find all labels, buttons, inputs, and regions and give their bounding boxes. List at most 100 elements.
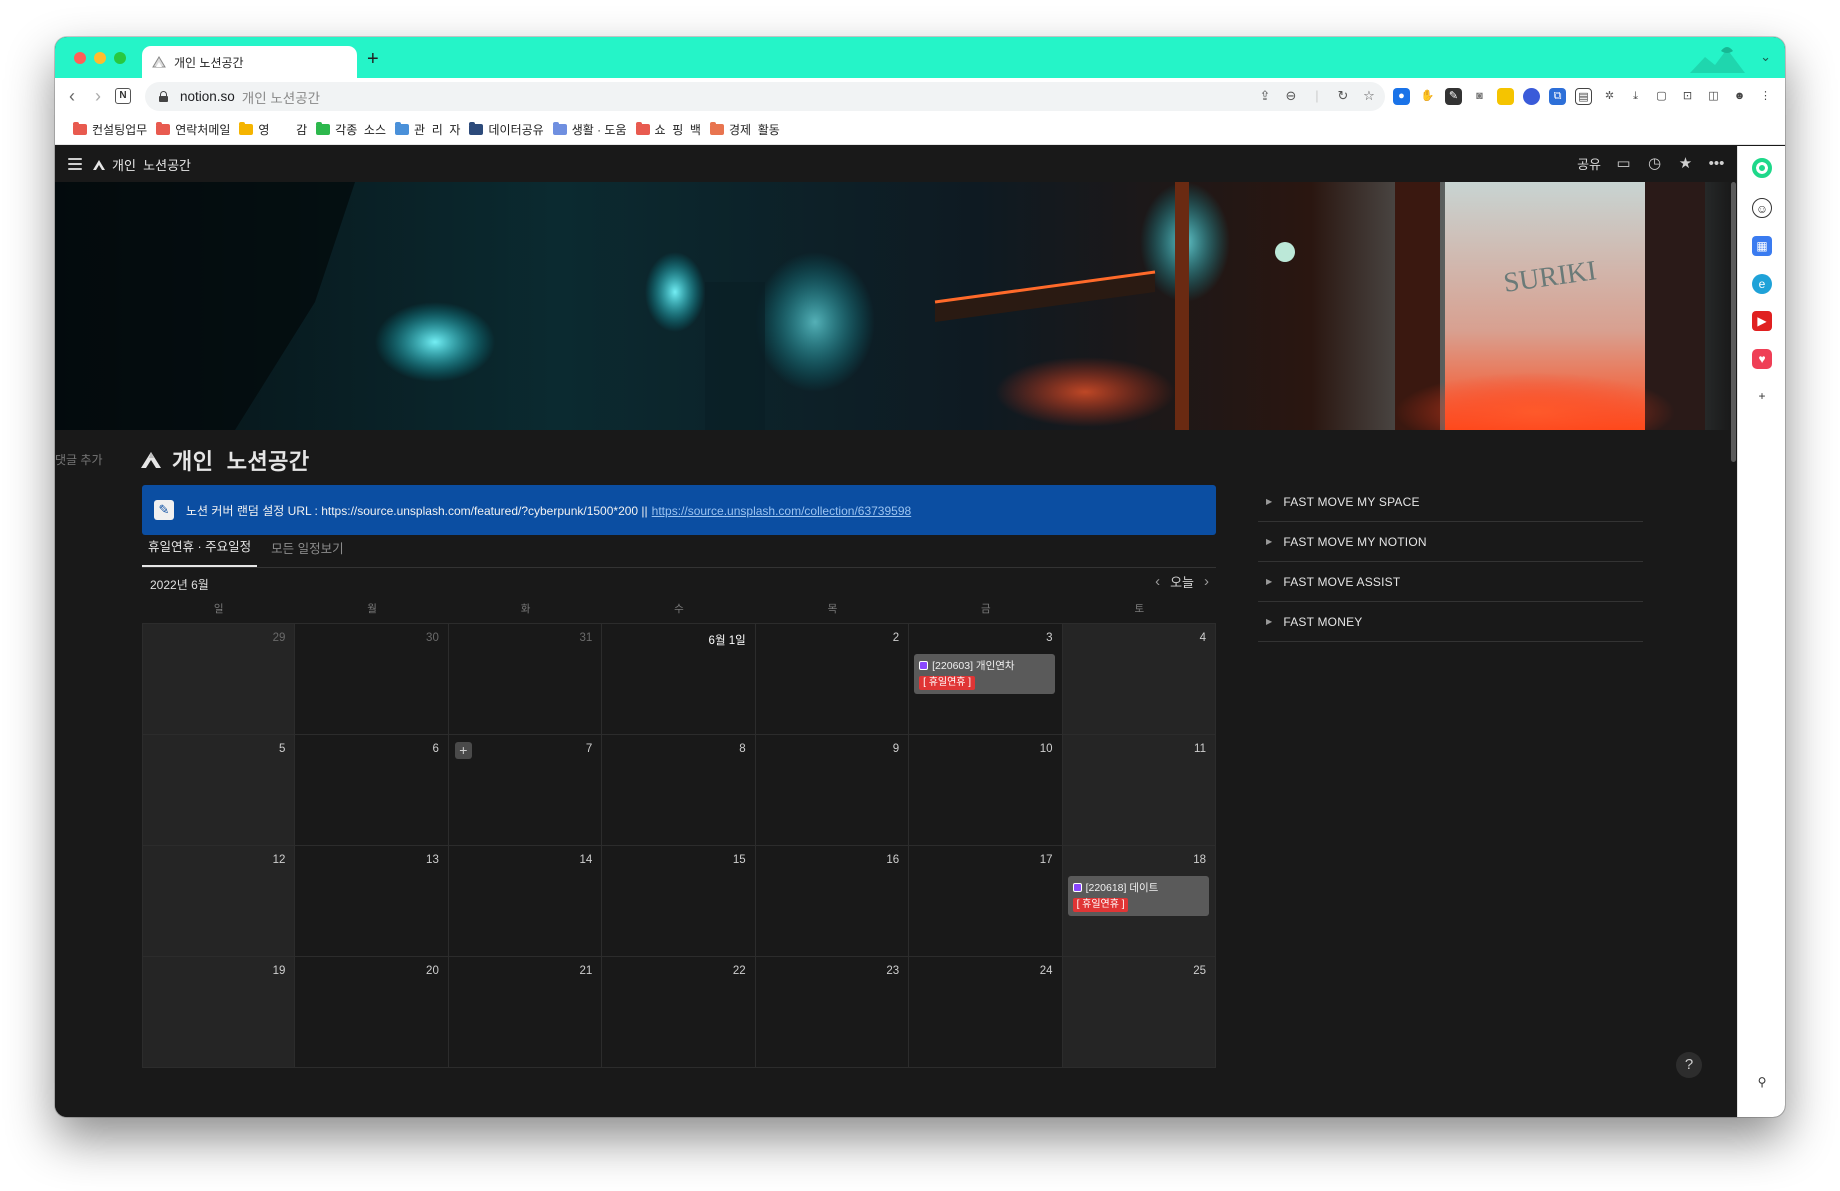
calendar-day[interactable]: 21: [448, 957, 603, 1068]
calendar-day[interactable]: 30: [295, 624, 449, 735]
close-window-button[interactable]: [74, 52, 86, 64]
calendar-day[interactable]: 15: [602, 846, 756, 957]
calendar-day[interactable]: 29: [142, 624, 296, 735]
reload-icon[interactable]: ↻: [1335, 88, 1351, 104]
calendar-day[interactable]: 23: [755, 957, 910, 1068]
bookmark-folder[interactable]: 각종 소스: [316, 121, 386, 138]
toggle-triangle-icon[interactable]: ▶: [1266, 537, 1272, 546]
calendar-day[interactable]: 10: [909, 735, 1063, 846]
address-bar[interactable]: notion.so 개인 노션공간 ⇪ ⊖ | ↻ ☆: [145, 82, 1385, 111]
lock-icon[interactable]: [159, 91, 168, 102]
chevron-right-icon[interactable]: ›: [1204, 573, 1209, 590]
chevron-left-icon[interactable]: ‹: [1155, 573, 1160, 590]
calendar-day[interactable]: 6월 1일: [602, 624, 756, 735]
calendar-day[interactable]: 12: [142, 846, 296, 957]
sidebar-menu-icon[interactable]: [68, 158, 82, 170]
calendar-day[interactable]: 31: [448, 624, 603, 735]
calendar-day[interactable]: 19: [142, 957, 296, 1068]
hand-icon[interactable]: ✋: [1419, 88, 1436, 105]
pocket-icon[interactable]: ♥: [1752, 349, 1772, 369]
pin-icon[interactable]: ⚲: [1752, 1072, 1772, 1092]
zoom-out-icon[interactable]: ⊖: [1283, 88, 1299, 104]
bookmark-folder[interactable]: 연락처메일: [156, 121, 230, 138]
profile-avatar-icon[interactable]: ☻: [1731, 88, 1748, 105]
forward-button[interactable]: ›: [87, 85, 109, 107]
calendar-day[interactable]: 22: [602, 957, 756, 1068]
tab-list-chevron-icon[interactable]: ⌄: [1760, 49, 1771, 65]
history-clock-icon[interactable]: ◷: [1646, 155, 1663, 172]
bookmark-star-icon[interactable]: ☆: [1361, 88, 1377, 104]
calendar-day[interactable]: 2: [755, 624, 910, 735]
messenger-icon[interactable]: ☺: [1752, 198, 1772, 218]
sidebar-toggle-icon[interactable]: ◫: [1705, 88, 1722, 105]
bookmark-folder[interactable]: 생활 · 도움: [552, 121, 627, 138]
calendar-day[interactable]: 3 [220603] 개인연차 [ 휴일연휴 ]: [909, 624, 1063, 735]
toggle-fast-move-my-space[interactable]: ▶ FAST MOVE MY SPACE: [1258, 482, 1643, 522]
calendar-day[interactable]: 6: [295, 735, 449, 846]
calendar-day[interactable]: 25: [1062, 957, 1216, 1068]
maximize-window-button[interactable]: [114, 52, 126, 64]
circle-extension-icon[interactable]: [1523, 88, 1540, 105]
tab-manager-icon[interactable]: ▤: [1575, 88, 1592, 105]
calendar-event-card[interactable]: [220603] 개인연차 [ 휴일연휴 ]: [914, 654, 1056, 694]
minimize-window-button[interactable]: [94, 52, 106, 64]
bookmark-folder[interactable]: 경제 활동: [709, 121, 780, 138]
add-event-plus-icon[interactable]: +: [454, 742, 472, 759]
screenshot-icon[interactable]: ▢: [1653, 88, 1670, 105]
calendar-day[interactable]: 4: [1062, 624, 1216, 735]
puzzle-extensions-icon[interactable]: ✲: [1601, 88, 1618, 105]
edge-app-icon[interactable]: e: [1752, 274, 1772, 294]
calendar-day[interactable]: 13: [295, 846, 449, 957]
bookmark-folder[interactable]: 관 리 자: [395, 121, 460, 138]
more-options-icon[interactable]: •••: [1708, 155, 1725, 172]
calendar-event-card[interactable]: [220618] 데이트 [ 휴일연휴 ]: [1067, 876, 1209, 916]
new-tab-button[interactable]: +: [367, 49, 379, 69]
share-icon[interactable]: ⇪: [1257, 88, 1273, 104]
bookmark-folder[interactable]: 영 감: [239, 121, 307, 138]
bookmark-folder[interactable]: 컨설팅업무: [73, 121, 147, 138]
toggle-triangle-icon[interactable]: ▶: [1266, 617, 1272, 626]
calendar-day[interactable]: 20: [295, 957, 449, 1068]
calendar-day[interactable]: 24: [909, 957, 1063, 1068]
tab-holiday-schedule[interactable]: 휴일연휴 · 주요일정: [142, 536, 258, 567]
download-icon[interactable]: ⤓: [1627, 88, 1644, 105]
back-button[interactable]: ‹: [61, 85, 83, 107]
page-cover-image[interactable]: SURIKI: [55, 182, 1730, 430]
toggle-fast-money[interactable]: ▶ FAST MONEY: [1258, 602, 1643, 642]
tab-all-schedule[interactable]: 모든 일정보기: [265, 538, 349, 567]
calendar-day[interactable]: 16: [755, 846, 910, 957]
whale-extension-icon[interactable]: ●: [1393, 88, 1410, 105]
toggle-fast-move-assist[interactable]: ▶ FAST MOVE ASSIST: [1258, 562, 1643, 602]
sticky-note-icon[interactable]: [1497, 88, 1514, 105]
scrollbar-thumb[interactable]: [1731, 182, 1736, 462]
edit-extension-icon[interactable]: ✎: [1445, 88, 1462, 105]
calendar-app-icon[interactable]: ▦: [1752, 236, 1772, 256]
browser-tab[interactable]: 개인 노션공간: [142, 46, 357, 78]
callout-block[interactable]: ✎ 노션 커버 랜덤 설정 URL : https://source.unspl…: [142, 485, 1216, 535]
youtube-icon[interactable]: ▶: [1752, 311, 1772, 331]
add-sidebar-app-icon[interactable]: +: [1752, 386, 1772, 406]
calendar-day[interactable]: + 7: [448, 735, 603, 846]
calendar-day[interactable]: 18 [220618] 데이트 [ 휴일연휴 ]: [1062, 846, 1216, 957]
calendar-day[interactable]: 8: [602, 735, 756, 846]
help-button[interactable]: ?: [1676, 1052, 1702, 1078]
bookmark-folder[interactable]: 데이터공유: [469, 121, 544, 138]
calendar-day[interactable]: 5: [142, 735, 296, 846]
comment-icon[interactable]: ▭: [1615, 155, 1632, 172]
toggle-triangle-icon[interactable]: ▶: [1266, 497, 1272, 506]
camera-icon[interactable]: ◙: [1471, 88, 1488, 105]
capture-icon[interactable]: ⊡: [1679, 88, 1696, 105]
more-menu-icon[interactable]: ⋮: [1757, 88, 1774, 105]
breadcrumb[interactable]: 개인 노션공간: [92, 155, 191, 174]
today-button[interactable]: 오늘: [1170, 572, 1194, 591]
share-button[interactable]: 공유: [1577, 154, 1601, 173]
calendar-day[interactable]: 14: [448, 846, 603, 957]
page-title[interactable]: 개인 노션공간: [140, 444, 310, 476]
calendar-day[interactable]: 9: [755, 735, 910, 846]
page-icon[interactable]: [140, 449, 162, 471]
favorite-star-icon[interactable]: ★: [1677, 155, 1694, 172]
callout-link[interactable]: https://source.unsplash.com/collection/6…: [652, 504, 912, 518]
add-comment-button[interactable]: 댓글 추가: [55, 451, 103, 468]
toggle-fast-move-my-notion[interactable]: ▶ FAST MOVE MY NOTION: [1258, 522, 1643, 562]
whale-status-icon[interactable]: [1752, 158, 1772, 178]
